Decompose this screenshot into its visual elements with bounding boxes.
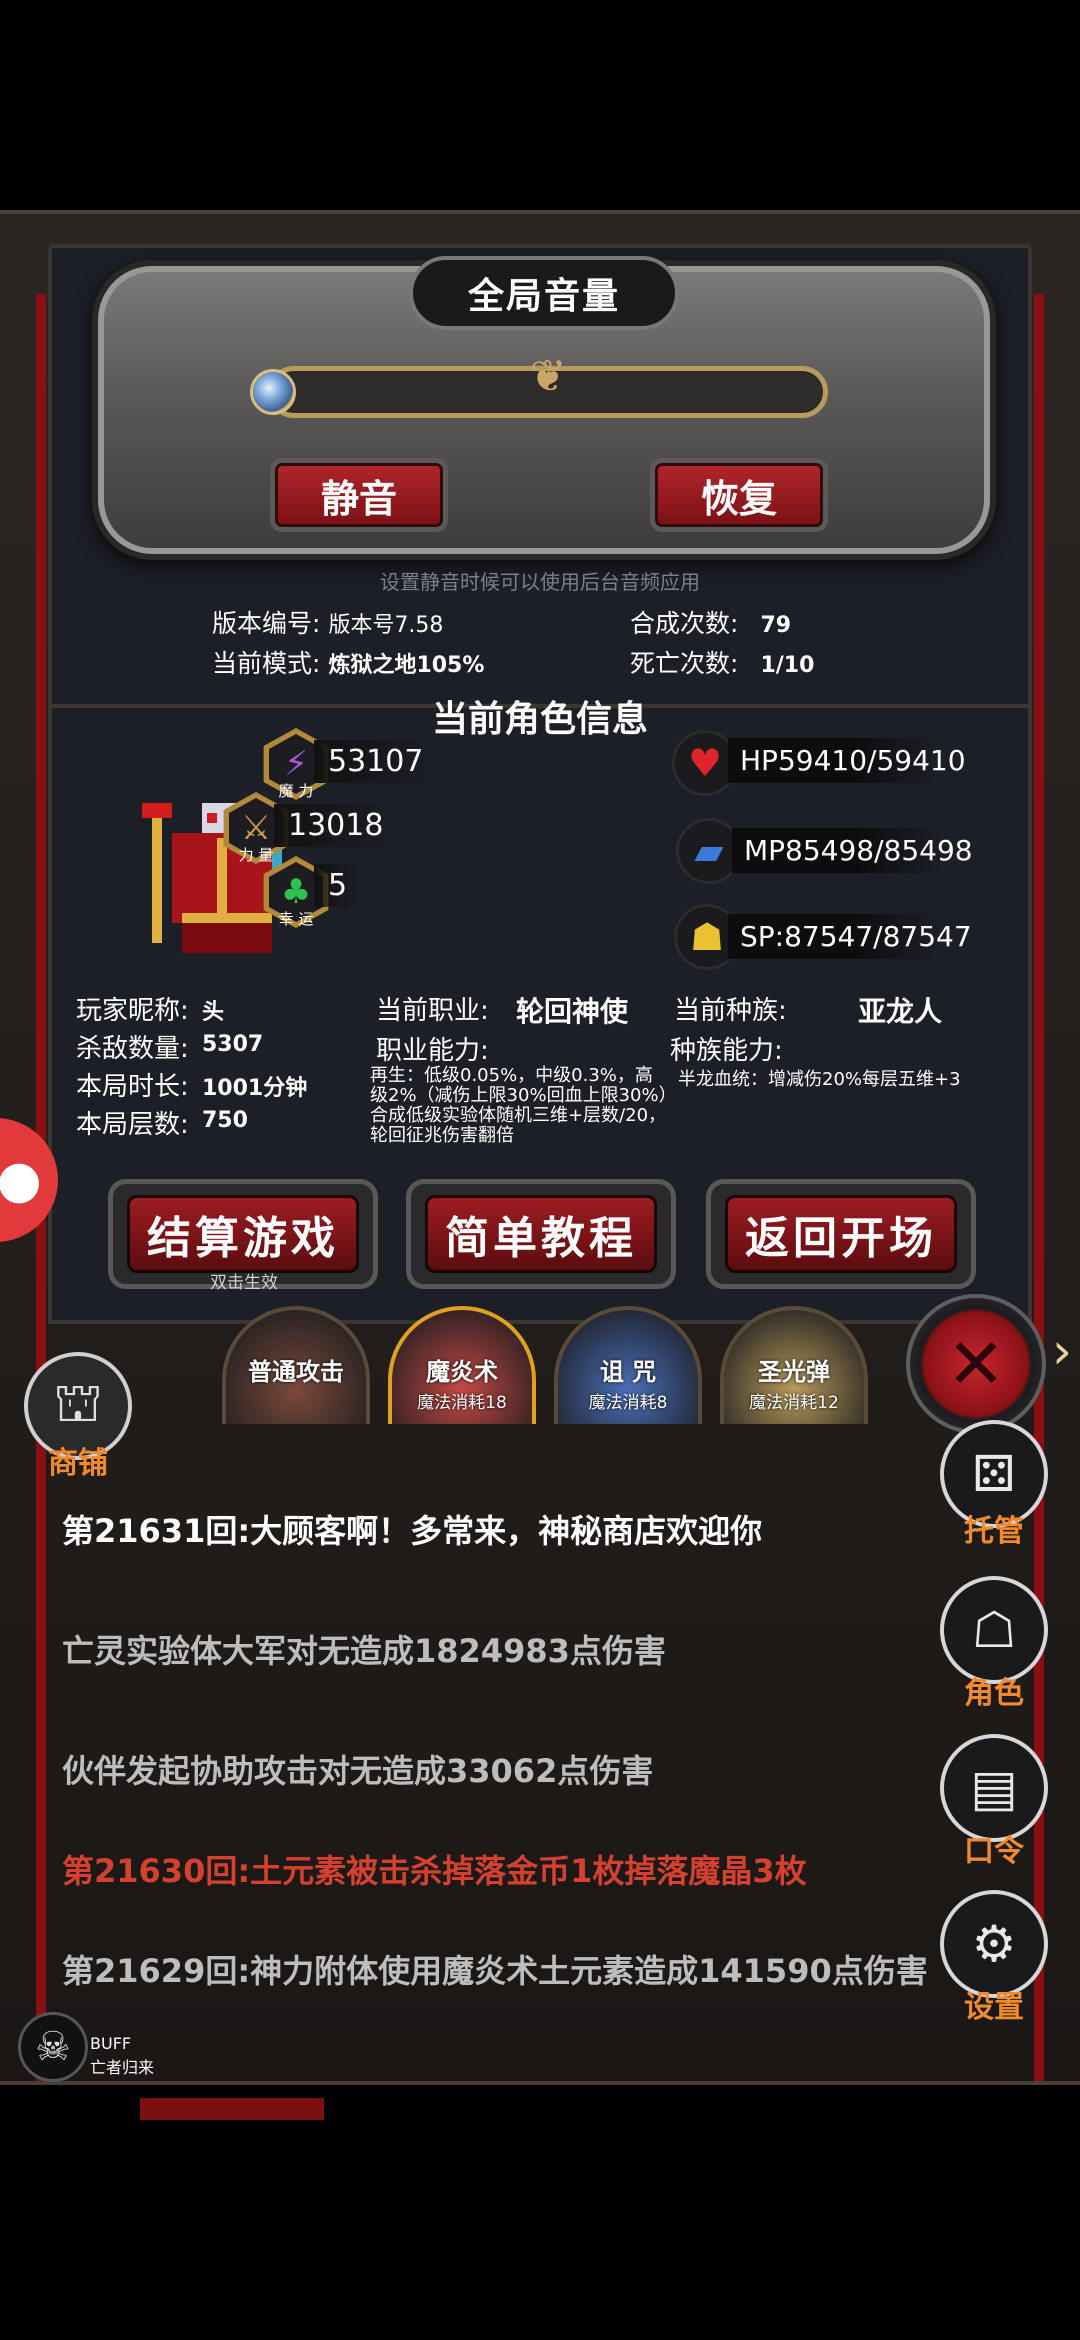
race-ability-row: 种族能力:	[670, 1030, 783, 1067]
skill-name: 诅 咒	[599, 1358, 657, 1386]
mode-row: 当前模式: 炼狱之地105%	[212, 644, 484, 680]
sp-value: SP:87547/87547	[728, 914, 972, 959]
magic-caption: 魔 力	[278, 782, 314, 800]
close-icon: ✕	[946, 1323, 1006, 1405]
battle-log: 第21631回:大顾客啊！多常来，神秘商店欢迎你 亡灵实验体大军对无造成1824…	[48, 1440, 928, 2080]
floors-label: 本局层数:	[76, 1110, 189, 1140]
tutorial-button[interactable]: 简单教程	[406, 1179, 676, 1289]
buff-subtitle: 亡者归来	[90, 2058, 155, 2077]
job-row: 当前职业: 轮回神使	[376, 990, 628, 1028]
log-line: 伙伴发起协助攻击对无造成33062点伤害	[62, 1752, 654, 1790]
skill-cost: 魔法消耗12	[749, 1393, 839, 1413]
floors-row: 本局层数: 750	[76, 1104, 248, 1141]
nickname-row: 玩家昵称: 头	[76, 990, 224, 1027]
kills-row: 杀敌数量: 5307	[76, 1028, 263, 1065]
version-value: 版本号7.58	[328, 613, 444, 638]
tutorial-label: 简单教程	[425, 1195, 657, 1273]
kills-value: 5307	[202, 1032, 264, 1057]
user-icon: ●	[0, 1150, 42, 1210]
log-line: 第21631回:大顾客啊！多常来，神秘商店欢迎你	[62, 1512, 763, 1550]
buff-title: BUFF	[90, 2034, 132, 2053]
skill-cost: 魔法消耗8	[588, 1393, 668, 1413]
race-value: 亚龙人	[858, 995, 943, 1028]
duration-value: 1001分钟	[202, 1076, 308, 1101]
volume-slider-knob[interactable]	[250, 369, 296, 415]
death-value: 1/10	[760, 653, 815, 678]
death-row: 死亡次数: 1/10	[630, 644, 814, 680]
luck-caption: 幸 运	[278, 910, 314, 928]
synth-row: 合成次数: 79	[630, 604, 791, 640]
floors-value: 750	[202, 1108, 248, 1133]
hooded-figure-icon: ☖	[971, 1601, 1017, 1659]
return-start-button[interactable]: 返回开场	[706, 1179, 976, 1289]
volume-slider[interactable]: ❦	[250, 355, 828, 418]
chevron-right-icon[interactable]: ›	[1052, 1322, 1072, 1380]
mode-label: 当前模式:	[212, 649, 321, 678]
bottom-bar-strip	[140, 2098, 324, 2120]
race-row: 当前种族: 亚龙人	[674, 990, 942, 1028]
synth-label: 合成次数:	[630, 609, 739, 638]
dice-icon: ⚄	[972, 1445, 1016, 1503]
log-line: 第21629回:神力附体使用魔炎术土元素造成141590点伤害	[62, 1952, 928, 1990]
duration-label: 本局时长:	[76, 1072, 189, 1102]
log-line: 第21630回:土元素被击杀掉落金币1枚掉落魔晶3枚	[62, 1852, 807, 1890]
race-ability-desc: 半龙血统：增减伤20%每层五维+3	[678, 1069, 961, 1090]
skill-name: 魔炎术	[426, 1358, 498, 1386]
strength-value: 13018	[274, 804, 398, 847]
mute-note: 设置静音时候可以使用后台音频应用	[380, 570, 700, 594]
shop-icon: ⛫	[53, 1371, 103, 1434]
double-tap-hint: 双击生效	[210, 1273, 278, 1293]
mode-value: 炼狱之地105%	[328, 653, 485, 678]
settle-game-label: 结算游戏	[127, 1195, 359, 1273]
volume-title: 全局音量	[467, 276, 620, 317]
mp-value: MP85498/85498	[732, 828, 973, 873]
book-icon: ▤	[970, 1759, 1018, 1817]
skill-name: 圣光弹	[758, 1358, 830, 1386]
job-label: 当前职业:	[376, 996, 489, 1026]
volume-title-badge: 全局音量	[409, 256, 679, 330]
hp-value: HP59410/59410	[728, 738, 966, 783]
ornament-icon: ❦	[529, 351, 567, 402]
nickname-label: 玩家昵称:	[76, 996, 189, 1026]
return-start-label: 返回开场	[725, 1195, 957, 1273]
gear-icon: ⚙	[971, 1915, 1017, 1973]
strength-caption: 力 量	[238, 846, 274, 864]
job-ability-desc: 再生：低级0.05%，中级0.3%，高级2%（减伤上限30%回血上限30%）合成…	[370, 1065, 668, 1146]
auto-play-label: 托管	[964, 1514, 1024, 1549]
magic-value: 53107	[314, 740, 438, 783]
version-label: 版本编号:	[212, 609, 321, 638]
job-value: 轮回神使	[516, 995, 629, 1028]
skill-cost: 魔法消耗18	[417, 1393, 507, 1413]
version-row: 版本编号: 版本号7.58	[212, 604, 443, 640]
synth-value: 79	[760, 613, 792, 638]
duration-row: 本局时长: 1001分钟	[76, 1066, 307, 1103]
race-label: 当前种族:	[674, 996, 787, 1026]
buff-icon[interactable]: ☠	[18, 2012, 88, 2082]
log-line: 亡灵实验体大军对无造成1824983点伤害	[62, 1632, 666, 1670]
character-section-title: 当前角色信息	[431, 699, 648, 740]
job-ability-label: 职业能力:	[376, 1036, 489, 1066]
mute-button[interactable]: 静音	[270, 458, 448, 532]
close-panel-button[interactable]: ✕	[906, 1294, 1046, 1434]
kills-label: 杀敌数量:	[76, 1034, 189, 1064]
race-ability-label: 种族能力:	[670, 1036, 783, 1066]
death-label: 死亡次数:	[630, 649, 739, 678]
luck-value: 5	[314, 864, 362, 907]
restore-button[interactable]: 恢复	[650, 458, 828, 532]
settings-label: 设置	[964, 1990, 1024, 2025]
nickname-value: 头	[202, 1000, 225, 1025]
role-label: 角色	[964, 1676, 1024, 1711]
code-label: 口令	[964, 1834, 1024, 1869]
skill-name: 普通攻击	[248, 1358, 344, 1386]
volume-plate: 全局音量 ❦ 静音 恢复	[92, 256, 996, 560]
job-ability-row: 职业能力:	[376, 1030, 489, 1067]
